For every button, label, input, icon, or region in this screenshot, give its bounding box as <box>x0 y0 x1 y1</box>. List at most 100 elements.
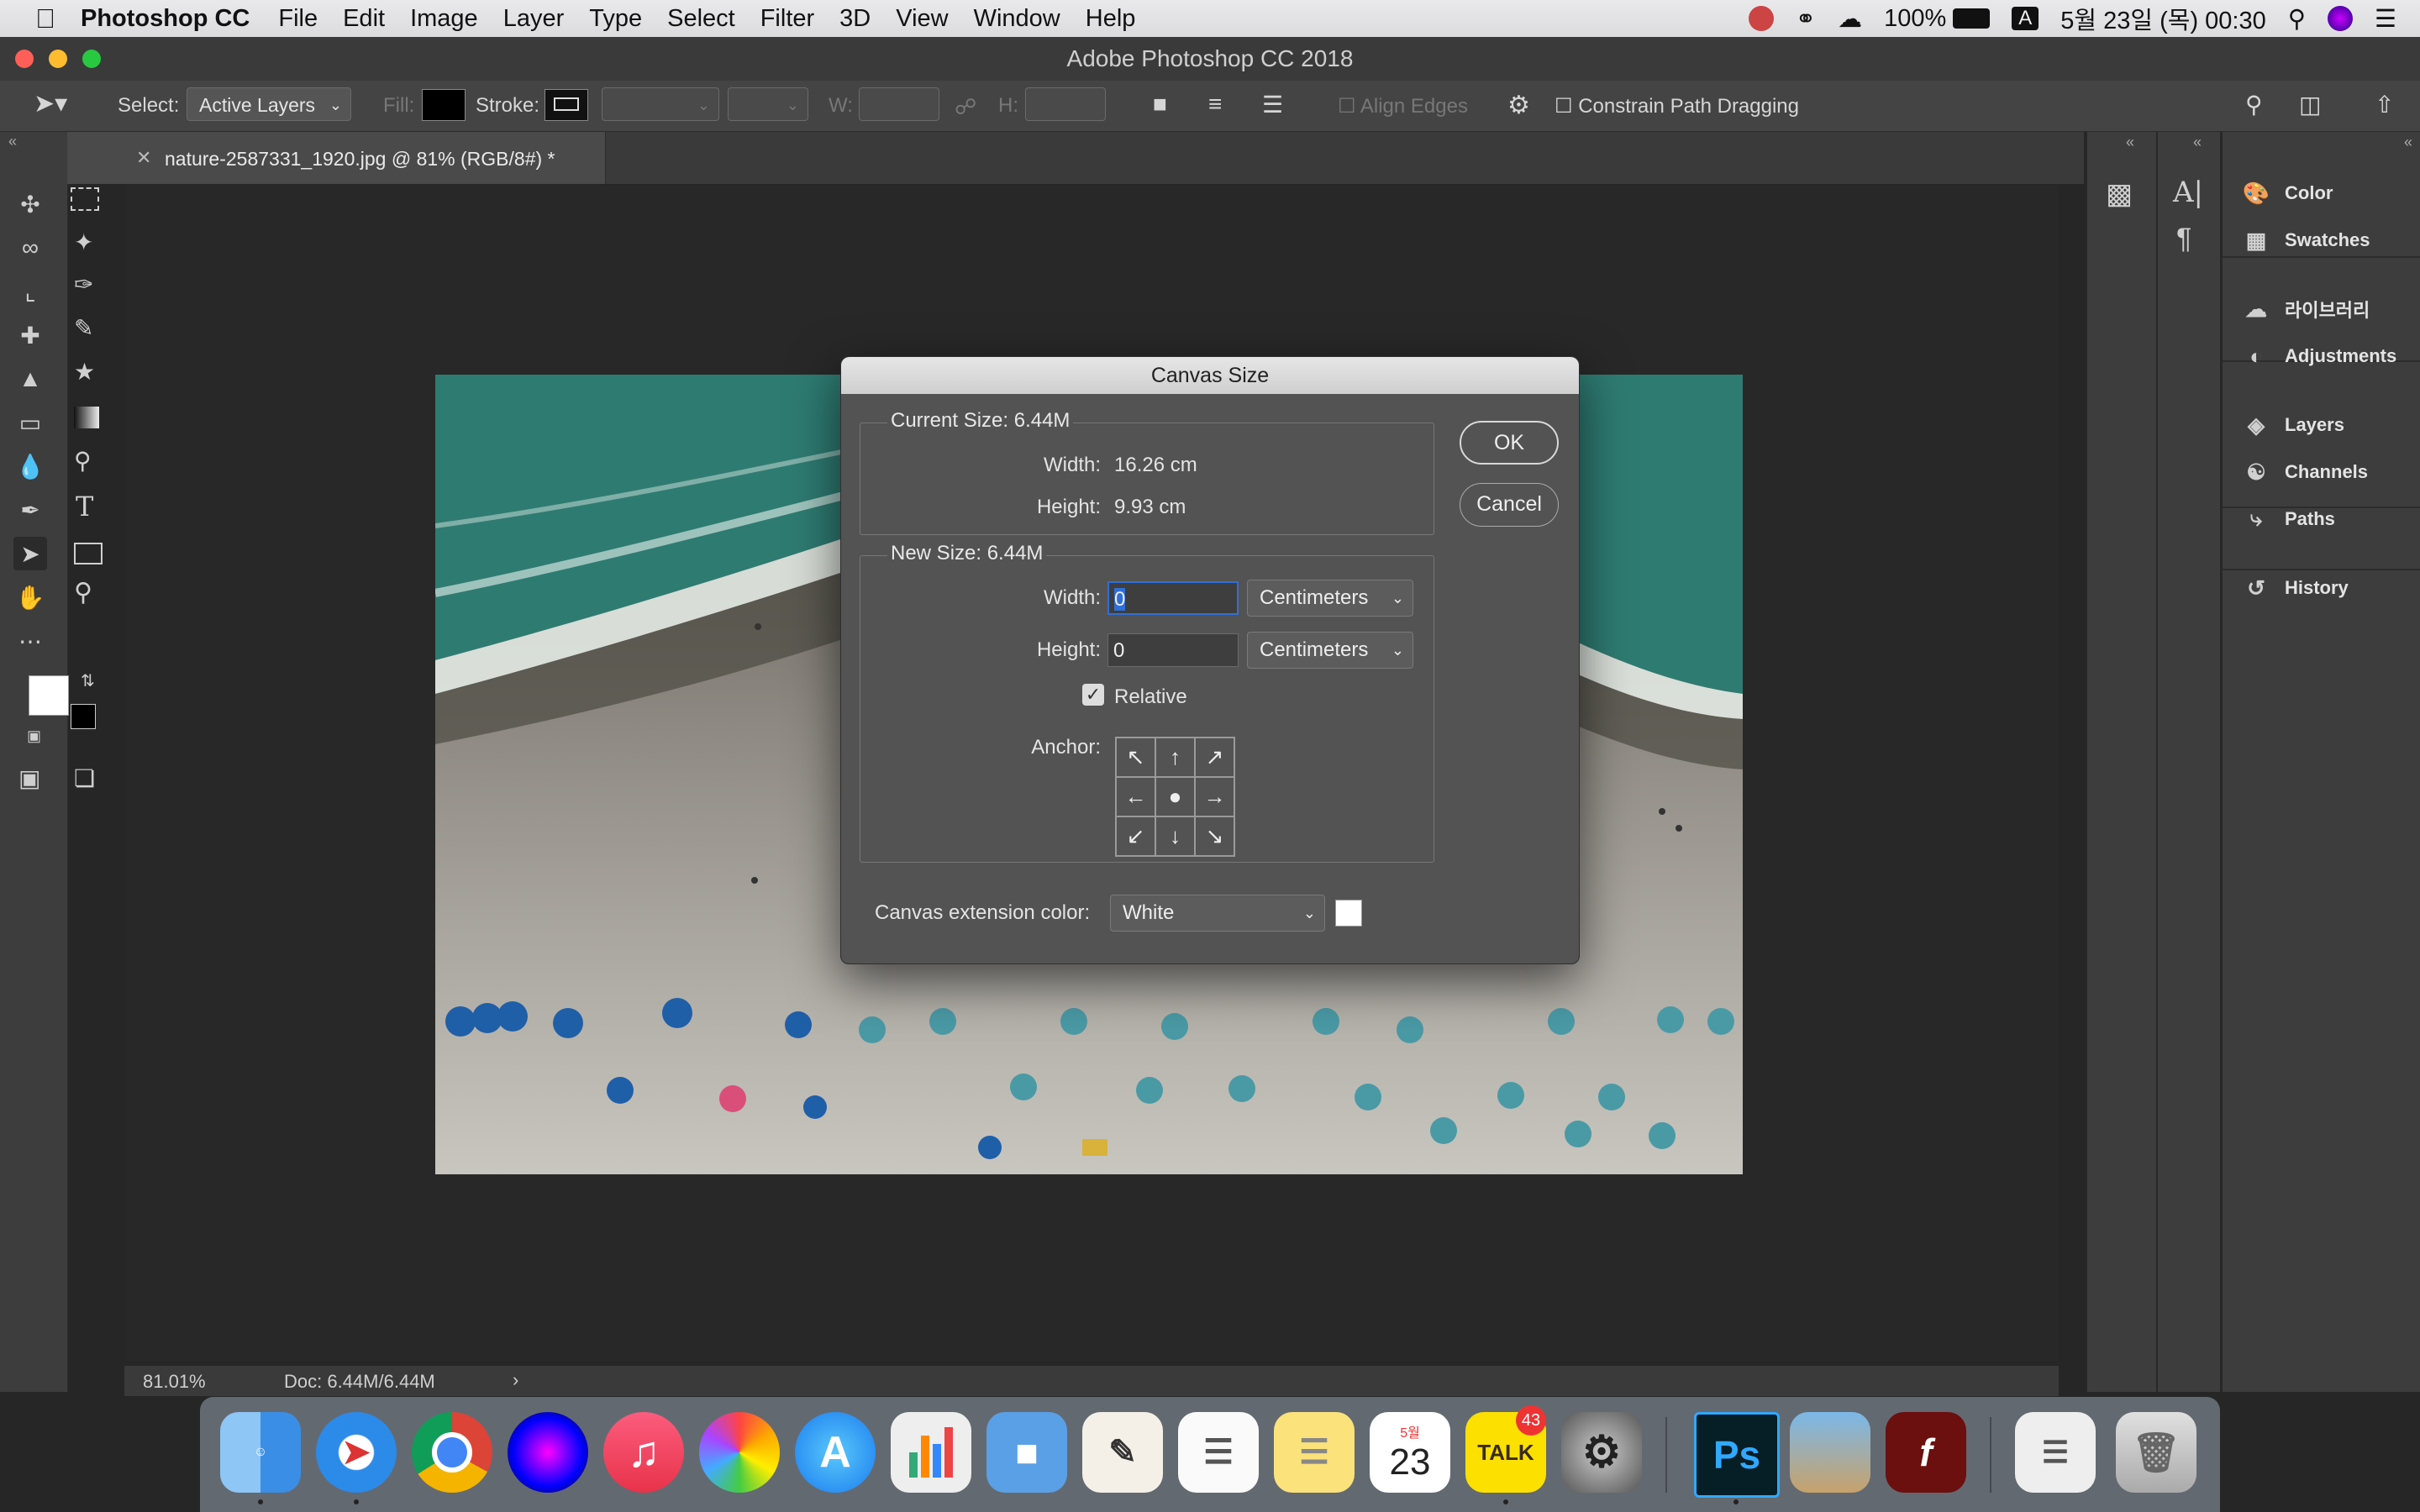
stroke-width-dropdown[interactable]: ⌄ <box>602 87 719 121</box>
path-selection-tool-icon[interactable]: ➤ <box>13 537 47 570</box>
hand-tool-icon[interactable]: ✋ <box>13 580 47 614</box>
menu-help[interactable]: Help <box>1086 5 1136 33</box>
cancel-button[interactable]: Cancel <box>1460 483 1559 527</box>
anchor-center-dot-icon[interactable]: ● <box>1155 777 1195 816</box>
gear-icon[interactable]: ⚙ <box>1507 91 1530 120</box>
menu-3d[interactable]: 3D <box>839 5 871 33</box>
width-unit-select[interactable]: Centimeters ⌄ <box>1247 580 1413 617</box>
type-tool-icon[interactable]: T <box>76 491 93 522</box>
flash-player-icon[interactable]: f <box>1886 1412 1966 1493</box>
photoshop-icon[interactable]: Ps <box>1694 1412 1780 1498</box>
new-width-input[interactable]: 0 <box>1107 581 1239 615</box>
menu-image[interactable]: Image <box>410 5 478 33</box>
screen-mode-icon[interactable]: ❏ <box>74 764 95 792</box>
ok-button[interactable]: OK <box>1460 421 1559 465</box>
width-input[interactable] <box>859 87 939 121</box>
rectangle-tool-icon[interactable] <box>74 543 103 564</box>
eraser-icon[interactable]: ▭ <box>13 406 47 439</box>
battery-percent[interactable]: 100% <box>1884 5 1946 33</box>
height-input[interactable] <box>1025 87 1106 121</box>
anchor-bottom-left-arrow-icon[interactable]: ↙ <box>1116 816 1155 856</box>
swap-colors-icon[interactable]: ⇅ <box>81 670 95 691</box>
anchor-top-right-arrow-icon[interactable]: ↗ <box>1195 738 1234 777</box>
constrain-path-checkbox[interactable]: ☐ Constrain Path Dragging <box>1555 94 1799 118</box>
move-tool-icon[interactable]: ✣ <box>13 187 47 221</box>
close-tab-icon[interactable]: ✕ <box>136 147 151 169</box>
panel-swatches[interactable]: ▦ Swatches <box>2239 219 2370 261</box>
extension-color-swatch[interactable] <box>1335 900 1362 927</box>
align-edges-checkbox[interactable]: ☐ Align Edges <box>1338 94 1468 118</box>
gradient-tool-icon[interactable] <box>74 407 99 428</box>
new-height-input[interactable]: 0 <box>1107 633 1239 667</box>
textedit-icon[interactable]: ☰ <box>1178 1412 1259 1493</box>
quick-selection-icon[interactable]: ✦ <box>74 228 93 256</box>
pages-icon[interactable]: ✎ <box>1082 1412 1163 1493</box>
chrome-icon[interactable] <box>412 1412 492 1493</box>
panel-paths[interactable]: ⤷ Paths <box>2239 498 2335 540</box>
calendar-icon[interactable]: 5월 23 <box>1370 1412 1450 1493</box>
path-alignment-icon[interactable]: ≡ <box>1208 91 1222 118</box>
notes-icon[interactable]: ☰ <box>1274 1412 1355 1493</box>
trash-icon[interactable]: 🗑 <box>2116 1412 2196 1493</box>
menu-file[interactable]: File <box>278 5 318 33</box>
zoom-level[interactable]: 81.01% <box>143 1371 206 1393</box>
blur-tool-icon[interactable]: 💧 <box>13 449 47 483</box>
menu-edit[interactable]: Edit <box>343 5 385 33</box>
stroke-swatch[interactable] <box>544 89 588 121</box>
spotlight-icon[interactable]: ⚲ <box>2288 4 2306 34</box>
paragraph-icon[interactable]: ¶ <box>2176 223 2191 255</box>
battery-icon[interactable] <box>1953 8 1991 29</box>
path-selection-tool-preset-icon[interactable]: ➤▾ <box>34 89 67 118</box>
share-icon[interactable]: ⇧ <box>2375 91 2394 118</box>
menu-select[interactable]: Select <box>667 5 735 33</box>
anchor-right-arrow-icon[interactable]: → <box>1195 777 1234 816</box>
default-colors-icon[interactable]: ▣ <box>27 727 41 745</box>
menubar-clock[interactable]: 5월 23일 (목) 00:30 <box>2060 1 2265 36</box>
preview-icon[interactable] <box>1790 1412 1870 1493</box>
panel-channels[interactable]: ☯ Channels <box>2239 451 2368 493</box>
apple-menu-icon[interactable]:  <box>35 3 55 34</box>
input-source-icon[interactable]: A <box>2012 7 2039 30</box>
more-tools-icon[interactable]: ⋯ <box>13 624 47 658</box>
foreground-color-swatch[interactable] <box>29 675 69 716</box>
doc-size-info[interactable]: Doc: 6.44M/6.44M <box>284 1371 435 1393</box>
search-icon[interactable]: ⚲ <box>2245 91 2263 118</box>
history-brush-icon[interactable]: ★ <box>74 358 95 386</box>
background-color-swatch[interactable] <box>71 704 96 729</box>
zoom-tool-icon[interactable]: ⚲ <box>74 578 92 607</box>
collapse-column-icon[interactable]: « <box>2193 134 2202 151</box>
menu-window[interactable]: Window <box>974 5 1060 33</box>
anchor-top-arrow-icon[interactable]: ↑ <box>1155 738 1195 777</box>
anchor-bottom-right-arrow-icon[interactable]: ↘ <box>1195 816 1234 856</box>
collapse-toolbar-icon[interactable]: « <box>8 133 17 150</box>
panel-layers[interactable]: ◈ Layers <box>2239 404 2344 446</box>
extension-color-select[interactable]: White ⌄ <box>1110 895 1325 932</box>
menu-view[interactable]: View <box>896 5 948 33</box>
marquee-tool-icon[interactable] <box>71 187 99 211</box>
finder-icon[interactable]: ☺ <box>220 1412 301 1493</box>
workspace-icon[interactable]: ◫ <box>2299 91 2321 118</box>
numbers-icon[interactable] <box>891 1412 971 1493</box>
path-operations-icon[interactable]: ■ <box>1153 91 1167 118</box>
quick-mask-icon[interactable]: ▣ <box>18 764 40 792</box>
keynote-icon[interactable]: ■ <box>986 1412 1067 1493</box>
panel-color[interactable]: 🎨 Color <box>2239 172 2333 214</box>
panel-libraries[interactable]: ☁ 라이브러리 <box>2239 288 2370 330</box>
anchor-top-left-arrow-icon[interactable]: ↖ <box>1116 738 1155 777</box>
eyedropper-icon[interactable]: ✑ <box>74 270 93 298</box>
link-icon[interactable]: ☍ <box>955 94 976 120</box>
pen-tool-icon[interactable]: ✒ <box>13 493 47 527</box>
lasso-tool-icon[interactable]: ∞ <box>13 231 47 265</box>
properties-icon[interactable]: ▩ <box>2106 177 2133 211</box>
music-icon[interactable]: ♫ <box>603 1412 684 1493</box>
character-icon[interactable]: A| <box>2173 176 2203 209</box>
select-dropdown[interactable]: Active Layers ⌄ <box>187 87 351 121</box>
collapse-column-icon[interactable]: « <box>2126 134 2134 151</box>
app-menu[interactable]: Photoshop CC <box>81 5 250 33</box>
brush-tool-icon[interactable]: ✎ <box>74 314 93 342</box>
siri-icon[interactable] <box>508 1412 588 1493</box>
menu-type[interactable]: Type <box>589 5 642 33</box>
safari-icon[interactable]: ➤ <box>316 1412 397 1493</box>
system-preferences-icon[interactable]: ⚙ <box>1561 1412 1642 1493</box>
panel-adjustments[interactable]: ◐ Adjustments <box>2239 335 2396 377</box>
